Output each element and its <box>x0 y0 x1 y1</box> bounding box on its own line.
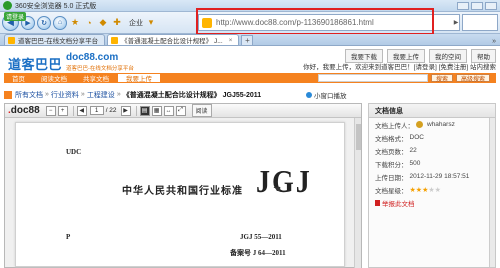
document-viewer: .doc88 − + ◀ 1 / 22 ▶ ▤ ▦ ↔ ⤢ 阅读 UDC 中华人… <box>4 103 362 268</box>
page-total: / 22 <box>105 107 117 114</box>
site-slogan: 道客巴巴-在线文档分享平台 <box>66 66 134 72</box>
info-pages: 文档页数： 22 <box>375 147 417 156</box>
tab-label: 道客巴巴-在线文档分享平台 <box>18 38 99 45</box>
maximize-button[interactable] <box>471 1 483 10</box>
login-badge[interactable]: 请登录 <box>4 12 27 21</box>
doc-p: P <box>66 233 71 241</box>
star-icon[interactable]: ★ <box>69 17 81 29</box>
tab-doc88-home[interactable]: 道客巴巴-在线文档分享平台 <box>4 34 106 45</box>
menu-item-home[interactable]: 首页 <box>4 73 33 83</box>
site-domain: doc88.com <box>66 52 119 63</box>
prev-page-icon[interactable]: ◀ <box>76 105 87 116</box>
address-go-icon[interactable]: ▶ <box>452 15 460 30</box>
document-page: UDC 中华人民共和国行业标准 JGJ P JGJ 55—2011 备案号 J … <box>15 122 345 267</box>
advanced-search-button[interactable]: 高级搜索 <box>455 74 490 83</box>
tab-label: 《普通混凝土配合比设计规程》 J... <box>121 38 223 45</box>
site-search-input[interactable] <box>317 74 428 82</box>
tools-icon[interactable]: ✚ <box>111 17 123 29</box>
viewer-logo: .doc88 <box>8 105 40 116</box>
viewer-scrollbar[interactable] <box>354 118 361 268</box>
doc-code: JGJ 55—2011 <box>240 233 282 241</box>
breadcrumb-sep: » <box>116 91 121 98</box>
page-number-input[interactable]: 1 <box>89 106 104 115</box>
shield-icon[interactable]: ◆ <box>97 17 109 29</box>
home-button[interactable]: ⌂ <box>53 15 67 30</box>
dropdown-icon[interactable]: ▾ <box>145 17 157 29</box>
tab-list-icon[interactable]: » <box>492 38 496 45</box>
tab-document[interactable]: 《普通混凝土配合比设计规程》 J... × <box>107 34 240 45</box>
info-title: 文档信息 <box>369 104 495 118</box>
site-menu: 首页 阅读文档 共享文档 我要上传 搜索 高级搜索 <box>4 73 496 83</box>
web-page: 我要下载 我要上传 我的空间 帮助 道客巴巴 doc88.com 道客巴巴-在线… <box>0 47 500 268</box>
new-tab-button[interactable]: + <box>241 35 254 45</box>
breadcrumb-sep: » <box>80 91 85 98</box>
flag-icon <box>375 199 380 206</box>
toolbar-divider <box>135 105 137 116</box>
menu-item-share[interactable]: 共享文档 <box>75 73 117 83</box>
mini-play-label: 小窗口播放 <box>314 93 347 100</box>
fullscreen-icon[interactable]: ⤢ <box>175 105 186 116</box>
user-strip[interactable]: 你好，我要上传，欢迎来到道客巴巴！[请登录] [免费注册] 站内搜索 <box>303 61 496 71</box>
toolbar-divider <box>72 105 74 116</box>
rating-stars: ★★★★★ <box>410 186 441 194</box>
browser-search-input[interactable] <box>462 14 498 31</box>
document-title: 《普通混凝土配合比设计规程》 JGJ55-2011 <box>122 91 262 99</box>
mini-window-play-button[interactable]: 小窗口播放 <box>306 90 347 100</box>
breadcrumb-item[interactable]: 行业资料 <box>51 90 79 100</box>
refresh-button[interactable]: ↻ <box>37 15 51 30</box>
report-document-link[interactable]: 举报此文档 <box>369 196 495 209</box>
close-tab-icon[interactable]: × <box>229 37 233 44</box>
window-controls <box>457 1 497 10</box>
browser-title: 360安全浏览器 5.0 正式版 <box>15 2 97 10</box>
fit-width-icon[interactable]: ↔ <box>163 105 174 116</box>
rating-star-icon: ★ <box>434 186 441 194</box>
site-logo[interactable]: 道客巴巴 <box>8 54 62 73</box>
address-highlight-box <box>196 8 434 35</box>
grid-view-icon[interactable]: ▦ <box>151 105 162 116</box>
read-mode-button[interactable]: 阅读 <box>191 104 212 117</box>
info-downloads: 下载积分： 500 <box>375 160 421 169</box>
enterprise-label[interactable]: 企业 <box>129 18 143 28</box>
menu-item-upload[interactable]: 我要上传 <box>117 73 161 83</box>
site-search-button[interactable]: 搜索 <box>430 74 453 83</box>
breadcrumb-item[interactable]: 所有文档 <box>15 90 43 100</box>
tab-favicon-icon <box>8 36 15 44</box>
zoom-in-icon[interactable]: + <box>57 105 68 116</box>
user-avatar-icon <box>416 121 423 128</box>
doc-standard-name: 中华人民共和国行业标准 <box>122 186 243 197</box>
info-format: 文档格式： DOC <box>375 134 424 143</box>
viewer-toolbar: .doc88 − + ◀ 1 / 22 ▶ ▤ ▦ ↔ ⤢ 阅读 <box>5 104 361 118</box>
viewer-scroll-thumb[interactable] <box>356 124 361 150</box>
zoom-out-icon[interactable]: − <box>45 105 56 116</box>
uploader-name[interactable]: whaharsz <box>427 121 455 128</box>
info-uploader: 文档上传人： whaharsz <box>375 121 455 130</box>
breadcrumb-home-icon <box>4 90 12 99</box>
doc-jgj-mark: JGJ <box>256 164 312 201</box>
minimize-button[interactable] <box>457 1 469 10</box>
browser-logo-icon <box>3 1 12 10</box>
hand-cursor-icon: ☚ <box>273 184 282 194</box>
next-page-icon[interactable]: ▶ <box>120 105 131 116</box>
tab-favicon-icon <box>111 36 119 44</box>
menu-item-read[interactable]: 阅读文档 <box>33 73 75 83</box>
doc-record-number: 备案号 J 64—2011 <box>230 249 286 257</box>
doc-udc: UDC <box>66 148 82 156</box>
info-scrollbar[interactable] <box>489 118 495 267</box>
document-info-panel: 文档信息 文档上传人： whaharsz 文档格式： DOC 文档页数： 22 … <box>368 103 496 268</box>
info-upload-time: 上传日期： 2012-11-29 18:57:51 <box>375 173 470 182</box>
info-rating: 文档星级： ★★★★★ <box>375 186 441 195</box>
play-icon <box>306 92 312 98</box>
tab-bar: 道客巴巴-在线文档分享平台 《普通混凝土配合比设计规程》 J... × + » <box>0 34 500 46</box>
history-icon[interactable]: ◔ <box>83 17 95 29</box>
close-window-button[interactable] <box>485 1 497 10</box>
single-page-view-icon[interactable]: ▤ <box>139 105 150 116</box>
breadcrumb-sep: » <box>45 91 49 98</box>
breadcrumb-item[interactable]: 工程建设 <box>87 90 115 100</box>
